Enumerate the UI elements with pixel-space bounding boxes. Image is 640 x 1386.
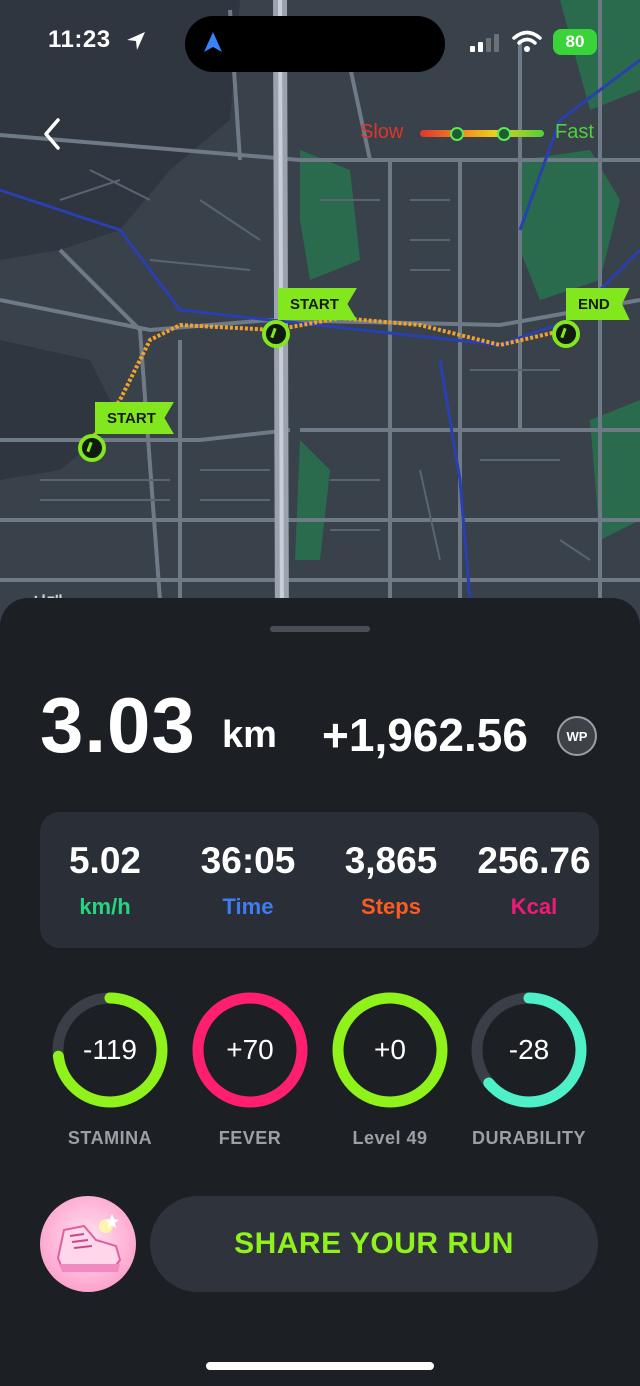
stat-label: km/h [79, 894, 131, 919]
wifi-icon [512, 30, 542, 52]
stat-label: Time [222, 894, 274, 919]
start-pin [262, 320, 290, 348]
navigation-icon [204, 32, 222, 52]
ring-value: +70 [226, 1034, 274, 1065]
ring-label-stamina: STAMINA [67, 1128, 153, 1148]
chevron-left-icon [44, 118, 60, 150]
speed-legend-bar [420, 130, 544, 137]
dynamic-island [185, 16, 445, 72]
start-flag: START [278, 288, 357, 320]
sheet-drag-handle[interactable] [270, 626, 370, 632]
distance-unit: km [222, 714, 277, 756]
sneaker-icon [56, 1214, 122, 1272]
distance-value: 3.03 [40, 681, 196, 769]
legend-marker [450, 127, 464, 141]
fever-ring: +70 [190, 990, 310, 1110]
stat-label: Steps [361, 894, 421, 919]
ring-label-level: Level 49 [352, 1128, 428, 1148]
stat-speed: 5.02 km/h [35, 840, 175, 920]
ring-label-durability: DURABILITY [472, 1128, 586, 1148]
location-arrow-icon [127, 32, 145, 50]
cellular-signal-icon [470, 34, 499, 52]
map-streets [0, 0, 640, 640]
home-indicator[interactable] [206, 1362, 434, 1370]
ring-value: -28 [508, 1034, 550, 1065]
stat-value: 36:05 [200, 840, 296, 881]
level-ring: +0 [330, 990, 450, 1110]
stamina-ring: -119 [50, 990, 170, 1110]
start-flag: START [95, 402, 174, 434]
stat-value: 3,865 [344, 840, 438, 881]
ring-value: -119 [83, 1034, 137, 1065]
wp-token-icon: WP [557, 716, 597, 756]
sneaker-avatar[interactable] [40, 1196, 136, 1292]
status-time: 11:23 [48, 26, 111, 53]
end-pin [552, 320, 580, 348]
stat-steps: 3,865 Steps [321, 840, 461, 920]
points-earned: +1,962.56 [322, 709, 528, 761]
legend-slow-label: Slow [360, 121, 404, 143]
durability-ring: -28 [469, 990, 589, 1110]
ring-value: +0 [374, 1034, 406, 1065]
stat-kcal: 256.76 Kcal [464, 840, 604, 920]
ring-label-fever: FEVER [218, 1128, 282, 1148]
legend-fast-label: Fast [555, 121, 594, 143]
battery-indicator: 80 [553, 29, 597, 55]
legend-marker [497, 127, 511, 141]
route-map[interactable]: 서대 START START END Slow Fast [0, 0, 640, 640]
share-run-button[interactable]: SHARE YOUR RUN [150, 1196, 598, 1292]
start-pin [78, 434, 106, 462]
end-flag: END [566, 288, 630, 320]
back-button[interactable] [34, 112, 74, 156]
stat-label: Kcal [510, 894, 558, 919]
stat-value: 5.02 [68, 840, 141, 881]
stat-value: 256.76 [477, 840, 591, 881]
stat-time: 36:05 Time [178, 840, 318, 920]
